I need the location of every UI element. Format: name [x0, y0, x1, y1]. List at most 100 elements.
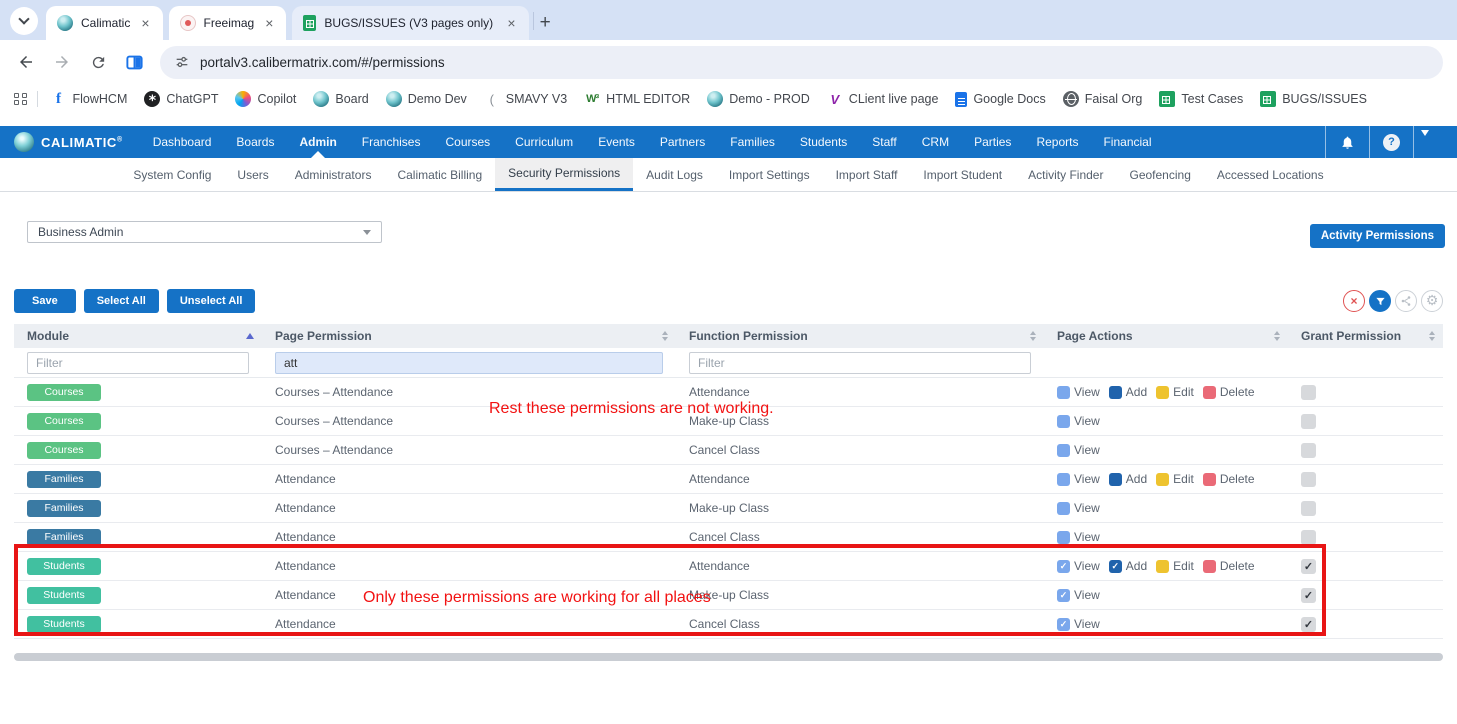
nav-item[interactable]: Boards [236, 126, 274, 158]
action-checkbox[interactable] [1202, 472, 1216, 486]
share-button[interactable] [1395, 290, 1417, 312]
subnav-item[interactable]: Geofencing [1116, 158, 1203, 191]
nav-item[interactable]: Financial [1103, 126, 1151, 158]
bookmark-item[interactable]: SMAVY V3 [484, 91, 567, 107]
action-checkbox[interactable] [1108, 559, 1122, 573]
new-tab-button[interactable]: + [540, 13, 551, 32]
nav-item[interactable]: Admin [299, 126, 336, 158]
browser-tab[interactable]: Freeimag × [168, 6, 287, 40]
grant-permission-checkbox[interactable] [1301, 616, 1316, 632]
grant-permission-checkbox[interactable] [1301, 384, 1316, 400]
nav-item[interactable]: Events [598, 126, 635, 158]
bookmark-item[interactable]: HTML EDITOR [584, 91, 690, 107]
action-checkbox[interactable] [1156, 472, 1170, 486]
action-checkbox[interactable] [1057, 617, 1070, 631]
nav-item[interactable]: Partners [660, 126, 705, 158]
grant-permission-checkbox[interactable] [1301, 442, 1316, 458]
bookmark-item[interactable]: Faisal Org [1062, 91, 1142, 107]
bookmark-item[interactable]: Copilot [235, 91, 296, 107]
reload-button[interactable] [82, 46, 114, 78]
action-checkbox[interactable] [1202, 385, 1216, 399]
action-checkbox[interactable] [1156, 559, 1170, 573]
grant-permission-checkbox[interactable] [1301, 471, 1316, 487]
column-header-function-permission[interactable]: Function Permission [676, 329, 1044, 343]
grant-permission-checkbox[interactable] [1301, 500, 1316, 516]
subnav-item[interactable]: Activity Finder [1015, 158, 1116, 191]
role-select[interactable]: Business Admin [27, 221, 382, 243]
action-checkbox[interactable] [1057, 472, 1070, 486]
subnav-item[interactable]: Import Staff [823, 158, 911, 191]
bookmark-item[interactable]: CLient live page [827, 91, 939, 107]
action-checkbox[interactable] [1108, 385, 1122, 399]
tab-close-icon[interactable]: × [138, 15, 152, 31]
filter-button[interactable] [1369, 290, 1391, 312]
action-checkbox[interactable] [1057, 530, 1070, 544]
bookmark-item[interactable]: Demo - PROD [707, 91, 810, 107]
subnav-item[interactable]: Users [224, 158, 281, 191]
nav-item[interactable]: Courses [445, 126, 490, 158]
bookmark-item[interactable]: ChatGPT [144, 91, 218, 107]
back-button[interactable] [10, 46, 42, 78]
help-button[interactable] [1369, 126, 1413, 158]
nav-item[interactable]: Families [730, 126, 775, 158]
action-checkbox[interactable] [1108, 472, 1122, 486]
apps-grid-icon[interactable] [14, 92, 27, 106]
user-menu-button[interactable] [1413, 126, 1457, 158]
grant-permission-checkbox[interactable] [1301, 558, 1316, 574]
nav-item[interactable]: Students [800, 126, 847, 158]
action-checkbox[interactable] [1057, 559, 1070, 573]
bookmark-item[interactable]: Test Cases [1159, 91, 1243, 107]
app-logo[interactable]: CALIMATIC® [14, 126, 123, 158]
nav-item[interactable]: Dashboard [153, 126, 212, 158]
bookmark-item[interactable]: Demo Dev [385, 91, 467, 107]
grant-permission-checkbox[interactable] [1301, 413, 1316, 429]
action-checkbox[interactable] [1057, 443, 1070, 457]
nav-item[interactable]: Reports [1036, 126, 1078, 158]
function-permission-filter-input[interactable] [689, 351, 1031, 374]
subnav-item[interactable]: System Config [120, 158, 224, 191]
subnav-item[interactable]: Accessed Locations [1204, 158, 1337, 191]
subnav-item[interactable]: Security Permissions [495, 158, 634, 191]
nav-item[interactable]: CRM [922, 126, 949, 158]
nav-item[interactable]: Franchises [362, 126, 421, 158]
action-checkbox[interactable] [1057, 588, 1070, 602]
unselect-all-button[interactable]: Unselect All [166, 289, 256, 313]
grant-permission-checkbox[interactable] [1301, 587, 1316, 603]
column-header-module[interactable]: Module [14, 329, 262, 343]
nav-item[interactable]: Staff [872, 126, 896, 158]
subnav-item[interactable]: Calimatic Billing [384, 158, 495, 191]
side-panel-button[interactable] [118, 46, 150, 78]
column-header-page-actions[interactable]: Page Actions [1044, 329, 1288, 343]
browser-tab[interactable]: BUGS/ISSUES (V3 pages only) - × [292, 6, 529, 40]
column-header-grant-permission[interactable]: Grant Permission [1288, 329, 1443, 343]
address-bar[interactable]: portalv3.calibermatrix.com/#/permissions [160, 45, 1443, 79]
bookmark-item[interactable]: Google Docs [955, 91, 1046, 107]
bookmark-item[interactable]: FlowHCM [51, 91, 128, 107]
save-button[interactable]: Save [14, 289, 76, 313]
grant-permission-checkbox[interactable] [1301, 529, 1316, 545]
nav-item[interactable]: Curriculum [515, 126, 573, 158]
action-checkbox[interactable] [1057, 501, 1070, 515]
action-checkbox[interactable] [1057, 385, 1070, 399]
activity-permissions-button[interactable]: Activity Permissions [1309, 224, 1445, 248]
nav-item[interactable]: Parties [974, 126, 1011, 158]
select-all-button[interactable]: Select All [83, 289, 159, 313]
page-permission-filter-input[interactable] [275, 351, 663, 374]
tab-close-icon[interactable]: × [262, 15, 276, 31]
tab-search-button[interactable] [10, 7, 38, 35]
settings-button[interactable]: ⚙ [1421, 290, 1443, 312]
clear-filter-button[interactable]: × [1343, 290, 1365, 312]
tab-close-icon[interactable]: × [504, 15, 518, 31]
column-header-page-permission[interactable]: Page Permission [262, 329, 676, 343]
action-checkbox[interactable] [1057, 414, 1070, 428]
bookmark-item[interactable]: BUGS/ISSUES [1260, 91, 1367, 107]
action-checkbox[interactable] [1202, 559, 1216, 573]
subnav-item[interactable]: Import Settings [716, 158, 823, 191]
subnav-item[interactable]: Audit Logs [633, 158, 716, 191]
browser-tab[interactable]: Calimatic × [46, 6, 163, 40]
notifications-button[interactable] [1325, 126, 1369, 158]
bookmark-item[interactable]: Board [313, 91, 369, 107]
horizontal-scrollbar[interactable] [14, 653, 1443, 661]
forward-button[interactable] [46, 46, 78, 78]
module-filter-input[interactable] [27, 351, 249, 374]
